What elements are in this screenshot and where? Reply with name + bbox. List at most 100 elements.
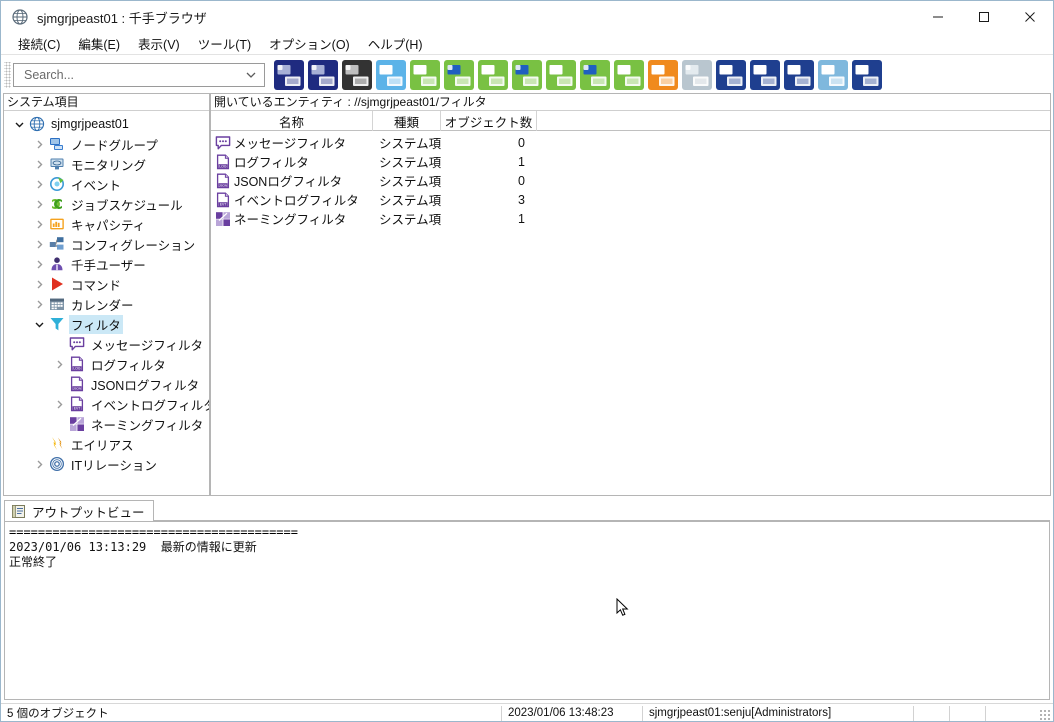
table-row[interactable]: LOG ログフィルタ システム項... 1 bbox=[211, 152, 1050, 171]
event-icon bbox=[48, 176, 65, 193]
cell-count: 0 bbox=[518, 135, 525, 150]
column-header-count[interactable]: オブジェクト数 bbox=[441, 111, 537, 131]
toolbar-monitoring-icon[interactable] bbox=[342, 59, 372, 90]
tree-item-6[interactable]: コンフィグレーション bbox=[4, 234, 209, 254]
tree-item-label: sjmgrjpeast01 bbox=[51, 117, 129, 131]
close-button[interactable] bbox=[1007, 2, 1053, 33]
tree-item-10[interactable]: フィルタ bbox=[4, 314, 209, 334]
minimize-button[interactable] bbox=[915, 2, 961, 33]
resize-grip[interactable] bbox=[1039, 709, 1051, 721]
toolbar-message-filter-icon[interactable] bbox=[376, 59, 406, 90]
tree-item-1[interactable]: ノードグループ bbox=[4, 134, 209, 154]
toolbar-capacity-chart-icon[interactable] bbox=[580, 59, 610, 90]
tree-twisty-3[interactable] bbox=[30, 174, 48, 194]
menu-help[interactable]: ヘルプ(H) bbox=[359, 33, 432, 54]
maximize-button[interactable] bbox=[961, 2, 1007, 33]
tree-item-14[interactable]: EVT イベントログフィルタ bbox=[4, 394, 209, 414]
event-log-filter-icon: EVT bbox=[215, 192, 231, 208]
toolbar-log-export-icon[interactable] bbox=[818, 59, 848, 90]
cell-kind: システム項... bbox=[379, 194, 441, 208]
tree-twisty-4[interactable] bbox=[30, 194, 48, 214]
tree-twisty-17[interactable] bbox=[30, 454, 48, 474]
tree-twisty-7[interactable] bbox=[30, 254, 48, 274]
tree-item-9[interactable]: カレンダー bbox=[4, 294, 209, 314]
tree-item-5[interactable]: キャパシティ bbox=[4, 214, 209, 234]
output-line: 正常終了 bbox=[9, 555, 58, 569]
tree-item-13[interactable]: JSON JSONログフィルタ bbox=[4, 374, 209, 394]
tree-item-8[interactable]: コマンド bbox=[4, 274, 209, 294]
tree-item-label: カレンダー bbox=[71, 298, 134, 313]
cell-name: ネーミングフィルタ bbox=[211, 209, 373, 228]
tree-item-2[interactable]: モニタリング bbox=[4, 154, 209, 174]
chevron-down-icon[interactable] bbox=[244, 68, 258, 82]
toolbar-capacity-report-icon[interactable] bbox=[648, 59, 678, 90]
tree-item-3[interactable]: イベント bbox=[4, 174, 209, 194]
table-row[interactable]: JSON JSONログフィルタ システム項... 0 bbox=[211, 171, 1050, 190]
tree-twisty-5[interactable] bbox=[30, 214, 48, 234]
tab-output-view[interactable]: アウトプットビュー bbox=[4, 500, 154, 521]
table-row[interactable]: EVT イベントログフィルタ システム項... 3 bbox=[211, 190, 1050, 209]
status-user: sjmgrjpeast01:senju[Administrators] bbox=[649, 707, 832, 719]
table-row[interactable]: ネーミングフィルタ システム項... 1 bbox=[211, 209, 1050, 228]
toolbar-job-check-icon[interactable] bbox=[444, 59, 474, 90]
toolbar-node-icon[interactable] bbox=[308, 59, 338, 90]
tree-item-label: キャパシティ bbox=[71, 218, 146, 233]
output-view-icon bbox=[10, 503, 27, 520]
status-extra-1 bbox=[914, 704, 949, 722]
tree-twisty-10[interactable] bbox=[30, 314, 48, 334]
cell-kind: システム項... bbox=[379, 137, 441, 151]
toolbar-log-list-icon[interactable] bbox=[614, 59, 644, 90]
column-header-kind[interactable]: 種類 bbox=[373, 111, 441, 131]
tree-twisty-1[interactable] bbox=[30, 134, 48, 154]
table-row[interactable]: メッセージフィルタ システム項... 0 bbox=[211, 133, 1050, 152]
tree-item-label: ログフィルタ bbox=[91, 358, 166, 373]
toolbar-it-relation-icon[interactable] bbox=[852, 59, 882, 90]
toolbar-export-node-icon[interactable] bbox=[784, 59, 814, 90]
tree-twisty-14[interactable] bbox=[50, 394, 68, 414]
toolbar-node-group-icon[interactable] bbox=[274, 59, 304, 90]
svg-text:LOG: LOG bbox=[219, 164, 227, 168]
tree-twisty-8[interactable] bbox=[30, 274, 48, 294]
toolbar-job-monitor-check-icon[interactable] bbox=[512, 59, 542, 90]
tree-twisty-12[interactable] bbox=[50, 354, 68, 374]
toolbar-job-node-icon[interactable] bbox=[478, 59, 508, 90]
tree-item-4[interactable]: ジョブスケジュール bbox=[4, 194, 209, 214]
menu-tools[interactable]: ツール(T) bbox=[189, 33, 260, 54]
tree-item-15[interactable]: ネーミングフィルタ bbox=[4, 414, 209, 434]
column-header-filler bbox=[537, 111, 1050, 131]
cell-name-text: イベントログフィルタ bbox=[234, 194, 359, 208]
search-input[interactable] bbox=[22, 66, 244, 83]
search-box[interactable] bbox=[13, 62, 265, 87]
tree-item-11[interactable]: メッセージフィルタ bbox=[4, 334, 209, 354]
toolbar-disabled-node-icon[interactable] bbox=[682, 59, 712, 90]
cell-name: JSON JSONログフィルタ bbox=[211, 171, 373, 190]
tree-item-17[interactable]: ITリレーション bbox=[4, 454, 209, 474]
menu-edit[interactable]: 編集(E) bbox=[69, 33, 129, 54]
tree-item-16[interactable]: エイリアス bbox=[4, 434, 209, 454]
toolbar-export-config-icon[interactable] bbox=[716, 59, 746, 90]
tree-item-7[interactable]: 千手ユーザー bbox=[4, 254, 209, 274]
tree-twisty-0[interactable] bbox=[10, 114, 28, 134]
column-header-name[interactable]: 名称 bbox=[211, 111, 373, 131]
tree-item-0[interactable]: sjmgrjpeast01 bbox=[4, 114, 209, 134]
toolbar-job-config-icon[interactable] bbox=[410, 59, 440, 90]
toolbar-job-report-icon[interactable] bbox=[546, 59, 576, 90]
menu-options[interactable]: オプション(O) bbox=[260, 33, 359, 54]
user-icon bbox=[48, 256, 65, 273]
toolbar-drag-handle[interactable] bbox=[4, 61, 11, 88]
tree-item-12[interactable]: LOG ログフィルタ bbox=[4, 354, 209, 374]
tree-twisty-9[interactable] bbox=[30, 294, 48, 314]
toolbar-export-check-icon[interactable] bbox=[750, 59, 780, 90]
output-view-console[interactable]: ========================================… bbox=[4, 521, 1050, 700]
tree-twisty-6[interactable] bbox=[30, 234, 48, 254]
tree-item-label: ジョブスケジュール bbox=[71, 198, 183, 213]
tree-item-label: メッセージフィルタ bbox=[91, 338, 204, 353]
system-items-tree[interactable]: sjmgrjpeast01 ノードグループ モニタリング イベント ジョブスケジ… bbox=[4, 111, 209, 495]
tree-twisty-2[interactable] bbox=[30, 154, 48, 174]
menu-view[interactable]: 表示(V) bbox=[129, 33, 189, 54]
naming-filter-icon bbox=[215, 211, 231, 227]
cell-count: 3 bbox=[518, 192, 525, 207]
menu-connect[interactable]: 接続(C) bbox=[9, 33, 69, 54]
status-bar: 5 個のオブジェクト 2023/01/06 13:48:23 sjmgrjpea… bbox=[1, 703, 1053, 722]
entity-list-rows[interactable]: メッセージフィルタシステム項...0 LOGログフィルタシステム項...1 JS… bbox=[211, 131, 1050, 495]
